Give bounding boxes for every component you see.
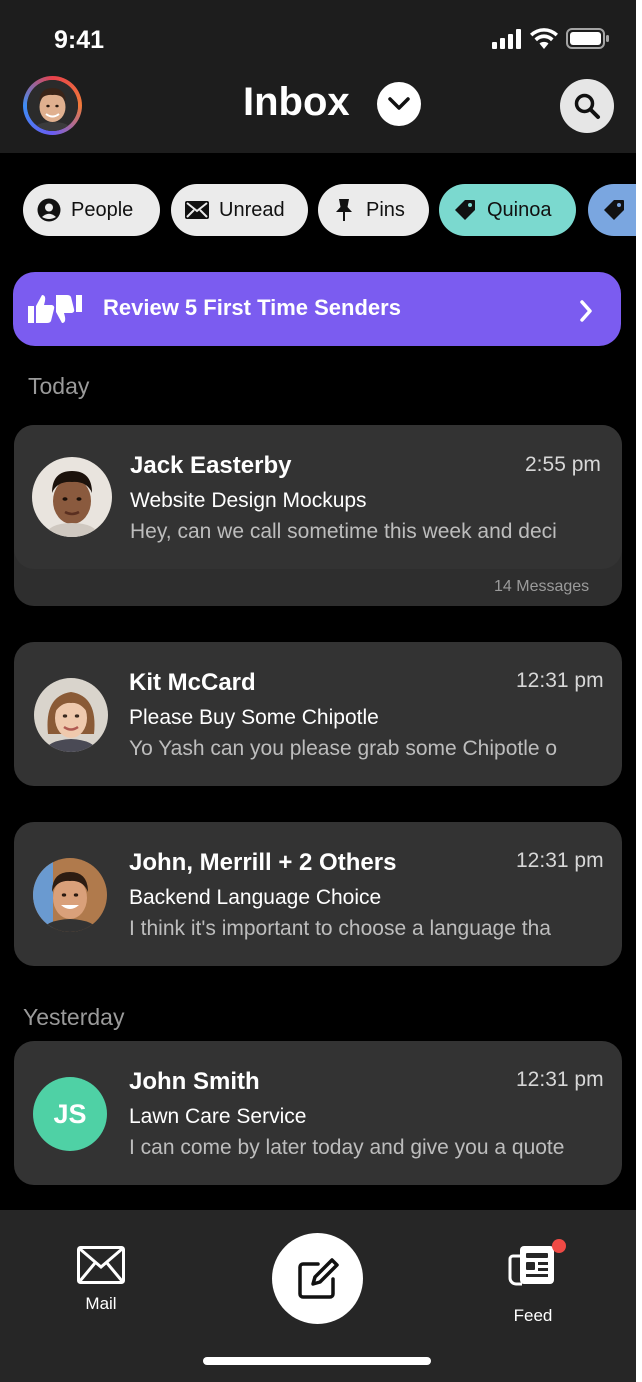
message-card-main: Jack Easterby 2:55 pm Website Design Moc… bbox=[14, 425, 622, 569]
bottom-tab-bar: Mail Feed bbox=[0, 1210, 636, 1382]
status-icons bbox=[492, 28, 610, 49]
section-label-yesterday: Yesterday bbox=[23, 1004, 125, 1030]
message-sender: Kit McCard bbox=[129, 669, 256, 696]
filter-chip-people[interactable]: People bbox=[23, 184, 160, 236]
thread-message-count: 14 Messages bbox=[494, 578, 590, 595]
tag-icon bbox=[602, 198, 626, 222]
search-icon bbox=[574, 93, 600, 119]
thumbs-up-down-icon bbox=[28, 295, 82, 323]
sender-initials-avatar: JS bbox=[33, 1077, 107, 1151]
message-subject: Lawn Care Service bbox=[129, 1105, 307, 1128]
message-preview: I think it's important to choose a langu… bbox=[129, 917, 551, 940]
envelope-icon bbox=[77, 1246, 125, 1284]
sender-avatar bbox=[34, 678, 108, 752]
message-sender: John Smith bbox=[129, 1068, 260, 1095]
home-indicator bbox=[203, 1357, 431, 1365]
tab-feed[interactable]: Feed bbox=[502, 1239, 566, 1326]
inbox-switcher-button[interactable] bbox=[377, 82, 421, 126]
sender-avatar bbox=[32, 457, 112, 537]
section-label-today: Today bbox=[28, 373, 90, 399]
wifi-icon bbox=[530, 28, 558, 49]
person-icon bbox=[37, 198, 61, 222]
status-bar: 9:41 bbox=[0, 0, 636, 76]
screen-edge bbox=[636, 0, 642, 1382]
app-header: Inbox bbox=[0, 76, 636, 153]
message-time: 12:31 pm bbox=[516, 1068, 604, 1091]
message-card[interactable]: Kit McCard 12:31 pm Please Buy Some Chip… bbox=[14, 642, 622, 786]
message-card[interactable]: JS John Smith 12:31 pm Lawn Care Service… bbox=[14, 1041, 622, 1185]
profile-avatar[interactable] bbox=[23, 76, 82, 135]
chip-label: People bbox=[71, 198, 134, 221]
chip-label: Unread bbox=[219, 198, 285, 221]
filter-chip-tag[interactable] bbox=[588, 184, 636, 236]
page-title: Inbox bbox=[243, 80, 350, 124]
pin-icon bbox=[332, 198, 356, 222]
battery-icon bbox=[566, 28, 609, 49]
chevron-right-icon bbox=[580, 300, 592, 322]
message-subject: Website Design Mockups bbox=[130, 489, 367, 512]
review-senders-banner[interactable]: Review 5 First Time Senders bbox=[13, 272, 621, 346]
filter-chip-unread[interactable]: Unread bbox=[171, 184, 308, 236]
compose-button[interactable] bbox=[272, 1233, 363, 1324]
sender-avatar bbox=[33, 858, 107, 932]
message-preview: Hey, can we call sometime this week and … bbox=[130, 520, 557, 543]
chip-label: Quinoa bbox=[487, 198, 552, 221]
chevron-down-icon bbox=[388, 97, 410, 110]
cellular-signal-icon bbox=[492, 28, 521, 49]
filter-chip-quinoa[interactable]: Quinoa bbox=[439, 184, 576, 236]
tag-icon bbox=[453, 198, 477, 222]
feed-notification-badge bbox=[552, 1239, 566, 1253]
message-subject: Backend Language Choice bbox=[129, 886, 382, 909]
message-sender: Jack Easterby bbox=[130, 452, 292, 479]
message-time: 2:55 pm bbox=[525, 453, 601, 476]
message-card[interactable]: John, Merrill + 2 Others 12:31 pm Backen… bbox=[14, 822, 622, 966]
message-preview: I can come by later today and give you a… bbox=[129, 1136, 565, 1159]
message-sender: John, Merrill + 2 Others bbox=[129, 849, 397, 876]
newspaper-icon bbox=[508, 1246, 554, 1286]
tab-feed-label: Feed bbox=[513, 1306, 553, 1325]
envelope-icon bbox=[185, 198, 209, 222]
message-preview: Yo Yash can you please grab some Chipotl… bbox=[129, 737, 558, 760]
review-banner-label: Review 5 First Time Senders bbox=[103, 295, 401, 320]
message-time: 12:31 pm bbox=[516, 669, 604, 692]
tab-mail-label: Mail bbox=[85, 1294, 117, 1313]
profile-photo bbox=[27, 80, 78, 131]
filter-chip-pins[interactable]: Pins bbox=[318, 184, 429, 236]
compose-icon bbox=[297, 1257, 339, 1299]
message-time: 12:31 pm bbox=[516, 849, 604, 872]
status-time: 9:41 bbox=[54, 26, 105, 54]
chip-label: Pins bbox=[366, 198, 405, 221]
filter-chips: People Unread Pins Quinoa bbox=[23, 184, 636, 237]
message-card[interactable]: Jack Easterby 2:55 pm Website Design Moc… bbox=[14, 425, 622, 606]
tab-mail[interactable]: Mail bbox=[72, 1246, 130, 1314]
message-subject: Please Buy Some Chipotle bbox=[129, 706, 379, 729]
search-button[interactable] bbox=[560, 79, 614, 133]
